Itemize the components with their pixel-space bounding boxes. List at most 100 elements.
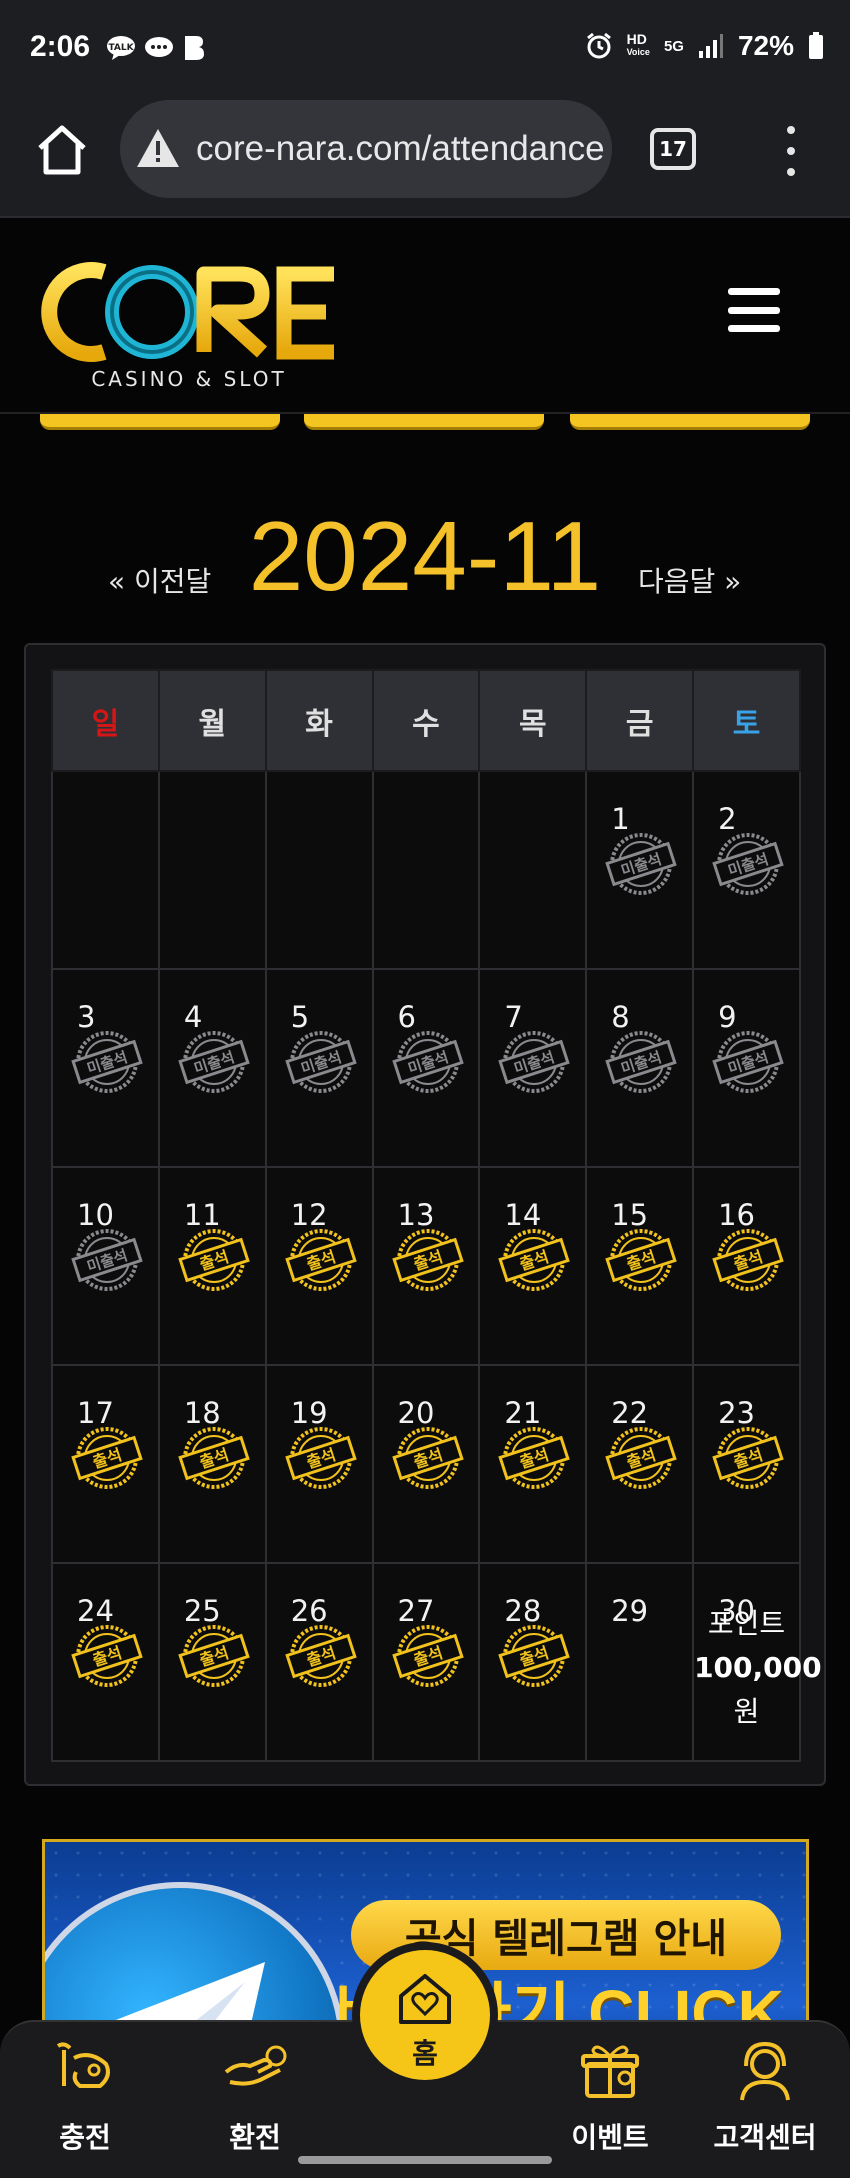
address-bar[interactable]: core-nara.com/attendance bbox=[120, 100, 612, 198]
attendance-stamp-icon: 출석 bbox=[712, 1229, 784, 1291]
top-tab-2[interactable] bbox=[304, 414, 544, 430]
calendar-empty-cell bbox=[264, 770, 374, 970]
core-logo[interactable]: CASINO & SLOT bbox=[34, 250, 344, 390]
attendance-stamp-icon: 출석 bbox=[391, 1427, 464, 1489]
attendance-stamp-icon: 출석 bbox=[498, 1625, 571, 1687]
calendar-day-cell: 27 출석 bbox=[371, 1562, 481, 1762]
weekday-header: 화 bbox=[264, 669, 374, 772]
absent-stamp-icon: 미출석 bbox=[71, 1229, 143, 1291]
battery-icon bbox=[809, 32, 823, 59]
calendar-day-cell: 16 출석 bbox=[692, 1166, 801, 1366]
attendance-stamp-icon: 출석 bbox=[605, 1229, 677, 1291]
nav-support-label: 고객센터 bbox=[713, 2121, 817, 2154]
attendance-stamp-icon: 출석 bbox=[712, 1427, 784, 1489]
status-right: HD Voice 5G 72% bbox=[585, 30, 824, 62]
hamburger-menu-icon[interactable] bbox=[728, 288, 780, 332]
absent-stamp-icon: 미출석 bbox=[71, 1031, 143, 1093]
calendar-day-cell: 9 미출석 bbox=[692, 968, 801, 1168]
nav-exchange-label: 환전 bbox=[229, 2121, 281, 2154]
calendar-week: 24 출석 25 출석 26 출석 27 출석 28 출석 29 30 포인트 100,000 원 bbox=[51, 1562, 822, 1762]
url-text[interactable]: core-nara.com/attendance bbox=[196, 129, 605, 169]
month-title: 2024-11 bbox=[248, 501, 602, 611]
weekday-header: 월 bbox=[157, 669, 267, 772]
status-bar: 2:06 TALK HD Voice 5G 72% bbox=[0, 0, 850, 100]
calendar-day-cell: 10 미출석 bbox=[51, 1166, 160, 1366]
attendance-stamp-icon: 출석 bbox=[71, 1427, 143, 1489]
5g-icon: 5G bbox=[663, 37, 684, 55]
alarm-icon bbox=[586, 32, 611, 59]
calendar-day-cell: 28 출석 bbox=[478, 1562, 588, 1762]
nav-charge-button[interactable]: 충전 bbox=[20, 2036, 150, 2156]
attendance-stamp-icon: 출석 bbox=[178, 1625, 250, 1687]
attendance-stamp-icon: 출석 bbox=[605, 1427, 677, 1489]
calendar-day-cell: 24 출석 bbox=[51, 1562, 160, 1762]
charge-icon bbox=[56, 2042, 110, 2088]
status-time: 2:06 bbox=[30, 30, 91, 63]
calendar-day-cell: 18 출석 bbox=[157, 1364, 267, 1564]
exchange-icon bbox=[224, 2045, 287, 2086]
absent-stamp-icon: 미출석 bbox=[284, 1031, 357, 1093]
signal-icon bbox=[698, 34, 723, 58]
nav-event-button[interactable]: 이벤트 bbox=[545, 2036, 675, 2156]
top-tab-3[interactable] bbox=[570, 414, 810, 430]
prev-month-link[interactable]: « 이전달 bbox=[108, 560, 211, 600]
browser-home-icon[interactable] bbox=[34, 122, 90, 178]
calendar-day-cell: 7 미출석 bbox=[478, 968, 588, 1168]
absent-stamp-icon: 미출석 bbox=[605, 833, 677, 895]
calendar-day-cell: 3 미출석 bbox=[51, 968, 160, 1168]
calendar-day-cell: 8 미출석 bbox=[585, 968, 695, 1168]
calendar-day-cell: 21 출석 bbox=[478, 1364, 588, 1564]
weekday-header: 토 bbox=[692, 669, 801, 772]
absent-stamp-icon: 미출석 bbox=[712, 1031, 784, 1093]
absent-stamp-icon: 미출석 bbox=[605, 1031, 677, 1093]
attendance-stamp-icon: 출석 bbox=[391, 1625, 464, 1687]
hd-voice-icon: HD Voice bbox=[626, 31, 650, 57]
calendar-empty-cell bbox=[51, 770, 160, 970]
calendar-week: 10 미출석 11 출석 12 출석 13 출석 14 출석 15 출석 16 출석 bbox=[51, 1166, 801, 1366]
gift-icon bbox=[581, 2045, 639, 2098]
battery-level: 72% bbox=[737, 30, 794, 61]
attendance-stamp-icon: 출석 bbox=[284, 1625, 357, 1687]
gesture-bar[interactable] bbox=[298, 2156, 552, 2164]
next-month-link[interactable]: 다음달 » bbox=[638, 560, 741, 600]
reward-label: 포인트 bbox=[707, 1607, 786, 1640]
calendar-day-cell: 19 출석 bbox=[264, 1364, 374, 1564]
calendar-week: 17 출석 18 출석 19 출석 20 출석 21 출석 22 출석 23 출석 bbox=[51, 1364, 801, 1564]
calendar-day-cell: 12 출석 bbox=[264, 1166, 374, 1366]
weekday-header: 목 bbox=[478, 669, 588, 772]
logo-subtitle: CASINO & SLOT bbox=[91, 367, 286, 390]
b-app-icon bbox=[182, 34, 206, 62]
calendar-day-cell: 2 미출석 bbox=[692, 770, 801, 970]
absent-stamp-icon: 미출석 bbox=[712, 833, 784, 895]
page: 2:06 TALK HD Voice 5G 72% core-nara.com/a… bbox=[0, 0, 850, 2178]
talk-icon: TALK bbox=[106, 34, 136, 62]
warning-icon[interactable] bbox=[134, 125, 182, 173]
attendance-stamp-icon: 출석 bbox=[498, 1229, 571, 1291]
calendar-day-cell: 15 출석 bbox=[585, 1166, 695, 1366]
day-number: 29 bbox=[611, 1594, 649, 1628]
nav-exchange-button[interactable]: 환전 bbox=[190, 2036, 320, 2156]
reward-amount: 100,000 bbox=[694, 1651, 822, 1684]
weekday-header: 수 bbox=[371, 669, 481, 772]
calendar-day-cell: 6 미출석 bbox=[371, 968, 481, 1168]
weekday-header: 금 bbox=[585, 669, 695, 772]
calendar-day-cell: 11 출석 bbox=[157, 1166, 267, 1366]
calendar-empty-cell bbox=[157, 770, 267, 970]
nav-support-button[interactable]: 고객센터 bbox=[700, 2036, 830, 2156]
calendar-day-cell: 23 출석 bbox=[692, 1364, 801, 1564]
tab-switcher-button[interactable]: 17 bbox=[650, 128, 696, 170]
calendar-day-cell: 5 미출석 bbox=[264, 968, 374, 1168]
top-tab-1[interactable] bbox=[40, 414, 280, 430]
nav-home-button[interactable]: 홈 bbox=[360, 1950, 490, 2080]
calendar-empty-cell bbox=[371, 770, 481, 970]
calendar-day-cell: 1 미출석 bbox=[585, 770, 695, 970]
calendar-day-cell: 30 포인트 100,000 원 bbox=[692, 1562, 822, 1762]
calendar-day-cell: 22 출석 bbox=[585, 1364, 695, 1564]
reward-unit: 원 bbox=[733, 1695, 760, 1728]
absent-stamp-icon: 미출석 bbox=[391, 1031, 464, 1093]
chat-bubble-icon bbox=[144, 34, 174, 62]
calendar-day-cell: 17 출석 bbox=[51, 1364, 160, 1564]
browser-menu-icon[interactable] bbox=[776, 126, 806, 176]
reward-text: 포인트 100,000 원 bbox=[694, 1602, 822, 1734]
site-header: CASINO & SLOT bbox=[0, 220, 850, 414]
